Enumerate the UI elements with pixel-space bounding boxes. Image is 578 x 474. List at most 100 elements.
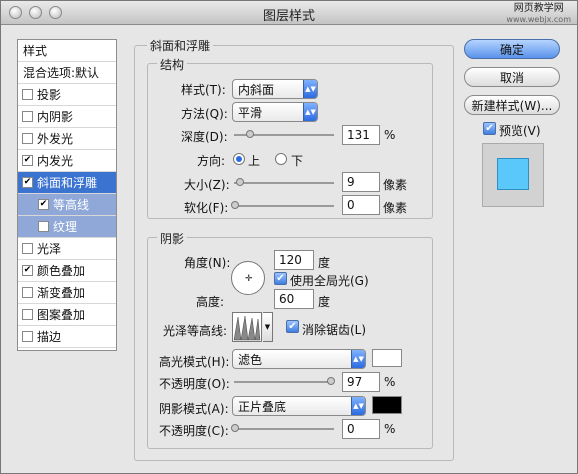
preview-label: 预览(V) xyxy=(499,124,541,138)
checkbox-checked[interactable]: ✔ xyxy=(22,177,33,188)
select-arrows-icon: ▲▼ xyxy=(303,103,317,121)
slider-thumb[interactable] xyxy=(327,377,335,385)
checkbox[interactable] xyxy=(22,243,33,254)
shadow-mode-select[interactable]: 正片叠底 ▲▼ xyxy=(232,396,366,416)
checkbox[interactable] xyxy=(22,287,33,298)
highlight-opacity-slider[interactable] xyxy=(234,377,335,385)
blending-options-item[interactable]: 混合选项:默认 xyxy=(18,62,116,84)
highlight-opacity-input[interactable]: 97 xyxy=(342,372,380,392)
slider-thumb[interactable] xyxy=(231,424,239,432)
sidebar-item-bevel-emboss[interactable]: ✔ 斜面和浮雕 xyxy=(18,172,116,194)
sidebar-item-pattern-overlay[interactable]: 图案叠加 xyxy=(18,304,116,326)
shadow-opacity-unit: % xyxy=(384,422,396,436)
sidebar-item-inner-shadow[interactable]: 内阴影 xyxy=(18,106,116,128)
sidebar-item-outer-glow[interactable]: 外发光 xyxy=(18,128,116,150)
direction-up-label: 上 xyxy=(248,154,261,168)
window-title: 图层样式 xyxy=(262,9,315,24)
shadow-opacity-label: 不透明度(C): xyxy=(159,424,229,438)
shadow-opacity-slider[interactable] xyxy=(231,424,334,432)
section-title: 斜面和浮雕 xyxy=(147,37,214,54)
checkbox[interactable] xyxy=(22,331,33,342)
size-unit: 像素 xyxy=(383,178,408,192)
depth-input[interactable]: 131 xyxy=(342,125,380,145)
checkbox-checked[interactable]: ✔ xyxy=(22,155,33,166)
global-light-checkbox[interactable]: ✔ xyxy=(274,272,287,285)
angle-input[interactable]: 120 xyxy=(274,250,314,270)
size-slider[interactable] xyxy=(234,178,334,186)
shadow-color-swatch[interactable] xyxy=(372,396,402,414)
highlight-mode-select[interactable]: 滤色 ▲▼ xyxy=(232,349,366,369)
gloss-contour-preview[interactable] xyxy=(232,312,262,342)
soften-label: 软化(F): xyxy=(184,201,229,215)
styles-list: 样式 混合选项:默认 投影 内阴影 外发光 ✔ 内发光 ✔ 斜面和浮雕 ✔ 等高线 纹… xyxy=(17,39,117,351)
altitude-input[interactable]: 60 xyxy=(274,289,314,309)
sidebar-item-inner-glow[interactable]: ✔ 内发光 xyxy=(18,150,116,172)
style-select[interactable]: 内斜面 ▲▼ xyxy=(232,79,318,99)
sidebar-item-satin[interactable]: 光泽 xyxy=(18,238,116,260)
contour-dropdown-arrow[interactable]: ▼ xyxy=(263,312,273,342)
checkbox[interactable] xyxy=(22,309,33,320)
soften-input[interactable]: 0 xyxy=(342,195,380,215)
altitude-unit: 度 xyxy=(318,295,331,309)
soften-slider[interactable] xyxy=(231,201,334,209)
depth-unit: % xyxy=(384,128,396,142)
select-arrows-icon: ▲▼ xyxy=(351,397,365,415)
sidebar-item-gradient-overlay[interactable]: 渐变叠加 xyxy=(18,282,116,304)
highlight-opacity-unit: % xyxy=(384,375,396,389)
crosshair-icon: ✛ xyxy=(245,274,253,284)
structure-title: 结构 xyxy=(157,56,188,73)
title-bar: 图层样式 网页教学网 www.webjx.com xyxy=(1,1,577,25)
slider-thumb[interactable] xyxy=(231,201,239,209)
style-label: 样式(T): xyxy=(181,83,226,97)
sidebar-item-contour[interactable]: ✔ 等高线 xyxy=(18,194,116,216)
direction-up-radio[interactable] xyxy=(233,153,245,165)
watermark-logo: 网页教学网 www.webjx.com xyxy=(506,3,571,24)
size-label: 大小(Z): xyxy=(184,178,230,192)
select-arrows-icon: ▲▼ xyxy=(351,350,365,368)
angle-dial[interactable]: ✛ xyxy=(231,261,265,295)
style-preview-box xyxy=(482,143,544,207)
direction-down-label: 下 xyxy=(291,154,304,168)
preview-checkbox[interactable]: ✔ xyxy=(483,122,496,135)
direction-label: 方向: xyxy=(197,154,226,168)
slider-thumb[interactable] xyxy=(236,178,244,186)
altitude-label: 高度: xyxy=(196,295,225,309)
checkbox-checked[interactable]: ✔ xyxy=(22,265,33,276)
checkbox-checked[interactable]: ✔ xyxy=(38,199,49,210)
checkbox[interactable] xyxy=(22,89,33,100)
layer-style-dialog: 图层样式 网页教学网 www.webjx.com 样式 混合选项:默认 投影 内… xyxy=(0,0,578,474)
sidebar-item-drop-shadow[interactable]: 投影 xyxy=(18,84,116,106)
shadow-mode-label: 阴影模式(A): xyxy=(159,402,229,416)
gloss-contour-label: 光泽等高线: xyxy=(163,324,228,338)
sidebar-item-texture[interactable]: 纹理 xyxy=(18,216,116,238)
highlight-opacity-label: 不透明度(O): xyxy=(159,377,230,391)
contour-curve-icon xyxy=(233,315,261,341)
direction-down-radio[interactable] xyxy=(275,153,287,165)
sidebar-item-color-overlay[interactable]: ✔ 颜色叠加 xyxy=(18,260,116,282)
method-label: 方法(Q): xyxy=(181,107,228,121)
method-select[interactable]: 平滑 ▲▼ xyxy=(232,102,318,122)
shading-title: 阴影 xyxy=(157,230,188,247)
checkbox[interactable] xyxy=(22,133,33,144)
highlight-mode-label: 高光模式(H): xyxy=(159,355,230,369)
depth-label: 深度(D): xyxy=(181,130,228,144)
soften-unit: 像素 xyxy=(383,201,408,215)
anti-alias-checkbox[interactable]: ✔ xyxy=(286,320,299,333)
checkbox[interactable] xyxy=(38,221,49,232)
highlight-color-swatch[interactable] xyxy=(372,349,402,367)
sidebar-item-stroke[interactable]: 描边 xyxy=(18,326,116,348)
angle-unit: 度 xyxy=(318,256,331,270)
depth-slider[interactable] xyxy=(234,130,334,138)
global-light-label: 使用全局光(G) xyxy=(290,274,369,288)
slider-thumb[interactable] xyxy=(246,130,254,138)
size-input[interactable]: 9 xyxy=(342,172,380,192)
shadow-opacity-input[interactable]: 0 xyxy=(342,419,380,439)
cancel-button[interactable]: 取消 xyxy=(464,67,560,87)
select-arrows-icon: ▲▼ xyxy=(303,80,317,98)
ok-button[interactable]: 确定 xyxy=(464,39,560,59)
styles-header[interactable]: 样式 xyxy=(18,40,116,62)
checkbox[interactable] xyxy=(22,111,33,122)
anti-alias-label: 消除锯齿(L) xyxy=(302,323,367,337)
new-style-button[interactable]: 新建样式(W)... xyxy=(464,95,560,115)
style-preview-swatch xyxy=(497,158,529,190)
